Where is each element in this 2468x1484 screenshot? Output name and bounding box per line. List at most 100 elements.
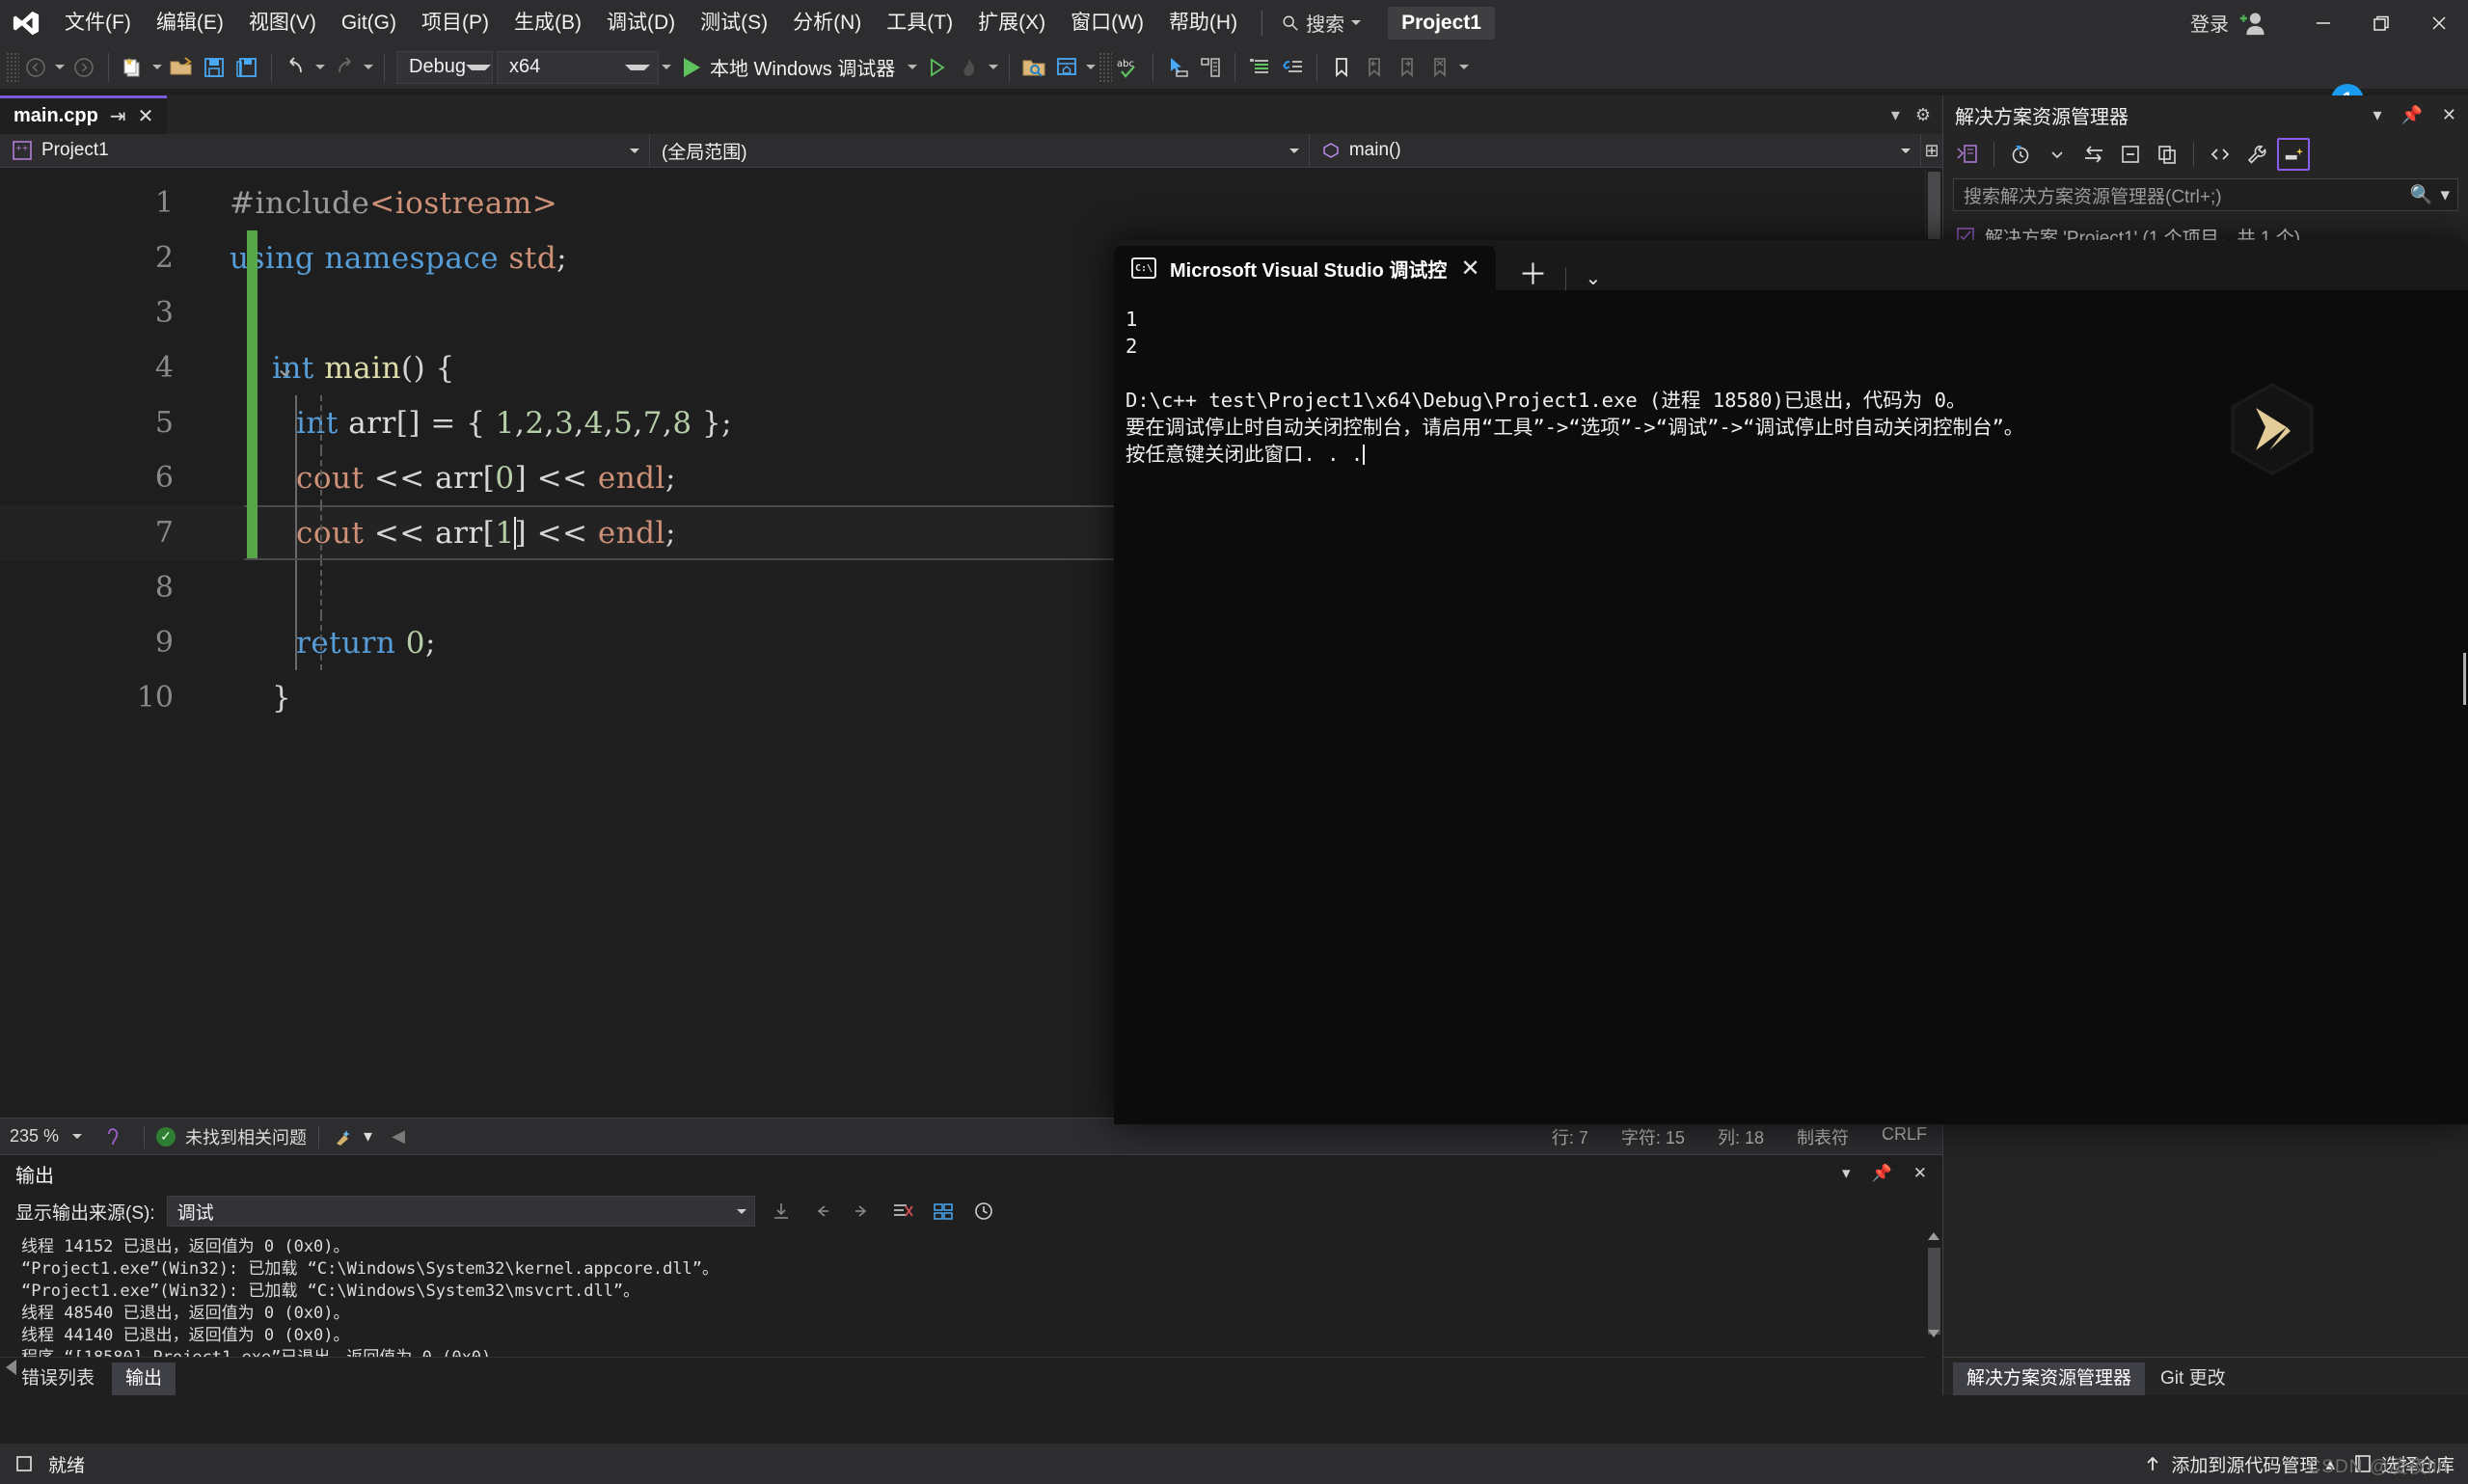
navigate-forward-button[interactable] [68, 49, 100, 86]
tab-solution-explorer[interactable]: 解决方案资源管理器 [1953, 1363, 2146, 1395]
start-without-debugging-button[interactable] [920, 49, 953, 86]
debug-console-window[interactable]: C:\ Microsoft Visual Studio 调试控 ✕ ＋ ⌄ 1 … [1114, 240, 2468, 1124]
navigate-backward-button[interactable] [19, 49, 52, 86]
properties-button[interactable] [2240, 138, 2273, 171]
maximize-button[interactable] [2352, 0, 2410, 45]
close-console-tab-icon[interactable]: ✕ [1460, 255, 1479, 283]
menu-item-window[interactable]: 窗口(W) [1058, 0, 1156, 45]
toolbar-overflow-button[interactable] [1456, 49, 1472, 86]
menu-item-edit[interactable]: 编辑(E) [144, 0, 236, 45]
tab-git-changes[interactable]: Git 更改 [2147, 1363, 2239, 1395]
console-scrollbar[interactable] [2453, 290, 2468, 1124]
save-button[interactable] [198, 49, 231, 86]
menu-item-git[interactable]: Git(G) [329, 0, 409, 45]
output-clear-button[interactable] [888, 1197, 917, 1226]
menu-item-project[interactable]: 项目(P) [409, 0, 502, 45]
solution-explorer-pin-icon[interactable]: 📌 [2400, 105, 2422, 125]
platform-extra-dropdown[interactable] [659, 49, 674, 86]
output-panel-close-icon[interactable]: ✕ [1913, 1164, 1927, 1183]
solution-configuration-combo[interactable]: Debug [396, 50, 493, 84]
hot-reload-button[interactable] [953, 49, 986, 86]
scroll-down-arrow-icon[interactable] [1928, 1330, 1939, 1337]
menu-item-debug[interactable]: 调试(D) [594, 0, 688, 45]
code-cleanup-dropdown-icon[interactable]: ▾ [364, 1126, 372, 1147]
status-prev-arrow-icon[interactable]: ◀ [392, 1126, 405, 1147]
scroll-up-arrow-icon[interactable] [1928, 1232, 1939, 1240]
menu-item-tools[interactable]: 工具(T) [874, 0, 965, 45]
next-bookmark-button[interactable] [1391, 49, 1424, 86]
editor-scroll-thumb[interactable] [1928, 172, 1940, 239]
solution-explorer-toggle-button[interactable] [1050, 49, 1083, 86]
output-horizontal-scrollbar[interactable] [0, 1357, 1925, 1378]
navbar-member-combo[interactable]: main() [1310, 133, 1922, 168]
undo-button[interactable] [280, 49, 312, 86]
console-scroll-thumb[interactable] [2463, 653, 2466, 705]
add-to-source-control-button[interactable]: 添加到源代码管理 ▴ [2142, 1451, 2335, 1477]
new-console-tab-button[interactable]: ＋ [1505, 261, 1561, 290]
menu-item-help[interactable]: 帮助(H) [1156, 0, 1250, 45]
menu-item-test[interactable]: 测试(S) [688, 0, 780, 45]
redo-dropdown[interactable] [361, 49, 376, 86]
editor-tab-main-cpp[interactable]: main.cpp ⇥ ✕ [0, 95, 168, 134]
menu-item-build[interactable]: 生成(B) [502, 0, 594, 45]
output-find-message-button[interactable] [767, 1197, 796, 1226]
navigate-backward-dropdown[interactable] [52, 49, 68, 86]
toggle-bookmark-button[interactable] [1325, 49, 1358, 86]
tab-output[interactable]: 输出 [112, 1363, 176, 1395]
pending-changes-button[interactable] [2004, 138, 2037, 171]
start-debugging-button[interactable]: 本地 Windows 调试器 [674, 49, 905, 86]
pin-tab-icon[interactable]: ⇥ [110, 104, 126, 128]
collapse-region-icon[interactable]: ⌄ [275, 354, 295, 383]
output-goto-previous-button[interactable] [807, 1197, 836, 1226]
source-control-chevron-up-icon[interactable]: ▴ [2325, 1453, 2335, 1475]
collapse-all-button[interactable] [2114, 138, 2147, 171]
open-file-button[interactable] [165, 49, 198, 86]
toolbar-grip[interactable] [6, 51, 19, 83]
new-project-button[interactable] [117, 49, 149, 86]
sync-with-active-document-button[interactable] [2077, 138, 2110, 171]
navbar-scope-combo[interactable]: (全局范围) [650, 133, 1310, 168]
split-editor-button[interactable]: ⊞ [1921, 134, 1942, 168]
editor-settings-gear-icon[interactable]: ⚙ [1915, 105, 1931, 125]
search-solution-button[interactable] [1017, 49, 1050, 86]
output-panel-pin-icon[interactable]: 📌 [1872, 1164, 1892, 1183]
minimize-button[interactable] [2294, 0, 2352, 45]
console-tab-dropdown-icon[interactable]: ⌄ [1570, 266, 1617, 290]
tab-list-chevron-icon[interactable]: ▾ [1891, 105, 1900, 125]
previous-bookmark-button[interactable] [1358, 49, 1391, 86]
global-search[interactable]: 搜索 [1274, 9, 1369, 37]
code-cleanup-icon[interactable] [331, 1126, 356, 1147]
redo-button[interactable] [328, 49, 361, 86]
solution-platform-combo[interactable]: x64 [497, 50, 659, 84]
active-project-chip[interactable]: Project1 [1388, 6, 1495, 40]
console-tab[interactable]: C:\ Microsoft Visual Studio 调试控 ✕ [1114, 246, 1496, 290]
preview-selected-items-button[interactable] [2277, 138, 2310, 171]
solution-explorer-search-input[interactable]: 搜索解决方案资源管理器(Ctrl+;) 🔍 ▾ [1953, 178, 2458, 211]
navbar-project-combo[interactable]: ++ Project1 [0, 133, 650, 168]
console-output-area[interactable]: 1 2 D:\c++ test\Project1\x64\Debug\Proje… [1114, 290, 2468, 468]
add-account-icon[interactable] [2237, 7, 2269, 40]
output-scroll-thumb[interactable] [1928, 1248, 1940, 1335]
start-debugging-dropdown[interactable] [905, 49, 920, 86]
editor-zoom-combo[interactable]: 235 % [0, 1122, 92, 1151]
close-button[interactable] [2410, 0, 2468, 45]
spellcheck-button[interactable]: abc [1112, 49, 1145, 86]
output-source-select[interactable]: 调试 [166, 1196, 755, 1227]
search-options-chevron-icon[interactable]: ▾ [2440, 184, 2450, 206]
intellicode-icon[interactable] [101, 1126, 122, 1147]
comment-lines-button[interactable] [1243, 49, 1276, 86]
menu-item-file[interactable]: 文件(F) [52, 0, 144, 45]
output-text-area[interactable]: 线程 14152 已退出，返回值为 0 (0x0)。 “Project1.exe… [0, 1230, 1942, 1357]
show-all-files-button[interactable] [2151, 138, 2183, 171]
clear-bookmarks-button[interactable] [1424, 49, 1456, 86]
tab-error-list[interactable]: 错误列表 [8, 1363, 108, 1395]
output-toggle-wordwrap-button[interactable] [929, 1197, 958, 1226]
menu-item-analyze[interactable]: 分析(N) [780, 0, 874, 45]
close-tab-icon[interactable]: ✕ [138, 104, 154, 128]
hot-reload-dropdown[interactable] [986, 49, 1001, 86]
output-goto-next-button[interactable] [848, 1197, 877, 1226]
menu-item-extensions[interactable]: 扩展(X) [965, 0, 1058, 45]
toolbar-grip-2[interactable] [1098, 51, 1113, 83]
undo-dropdown[interactable] [312, 49, 328, 86]
view-code-button[interactable] [2204, 138, 2237, 171]
